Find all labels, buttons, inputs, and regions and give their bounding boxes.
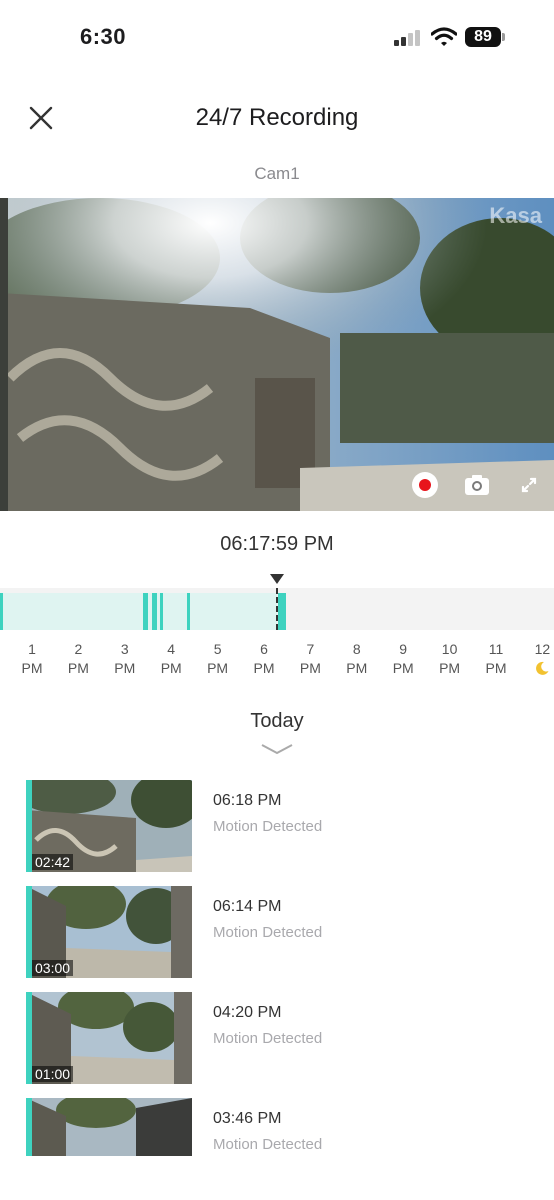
hour-number: 2	[74, 641, 83, 657]
camera-icon[interactable]	[462, 470, 492, 500]
clip-accent	[26, 1098, 32, 1156]
timeline-hour-label: 8 PM	[337, 640, 377, 678]
page-title: 24/7 Recording	[195, 104, 359, 131]
video-player[interactable]: Kasa	[0, 198, 554, 511]
hour-ampm: PM	[21, 660, 43, 676]
clip-time: 04:20 PM	[213, 1004, 282, 1021]
list-item[interactable]: 03:00 06:14 PM Motion Detected	[26, 886, 526, 978]
hour-ampm: PM	[439, 660, 461, 676]
chevron-down-icon[interactable]	[260, 742, 294, 756]
hour-number: 11	[488, 641, 504, 657]
video-frame	[0, 198, 554, 511]
hour-ampm: PM	[114, 660, 136, 676]
motion-segment[interactable]	[187, 593, 190, 630]
hour-ampm: PM	[485, 660, 507, 676]
moon-icon	[536, 661, 549, 675]
clip-time: 06:14 PM	[213, 898, 282, 915]
motion-segment[interactable]	[0, 593, 3, 630]
list-item[interactable]: 02:42 06:18 PM Motion Detected	[26, 780, 526, 872]
clip-duration: 01:00	[32, 1066, 74, 1082]
clip-time: 06:18 PM	[213, 792, 282, 809]
hour-number: 4	[167, 641, 176, 657]
hour-number: 8	[352, 641, 361, 657]
clip-time: 03:46 PM	[213, 1110, 282, 1127]
motion-segment[interactable]	[143, 593, 148, 630]
hour-number: 3	[120, 641, 129, 657]
hour-ampm: PM	[392, 660, 414, 676]
wifi-icon	[431, 27, 457, 46]
hour-number: 10	[441, 641, 458, 657]
timeline-hour-label: 7 PM	[290, 640, 330, 678]
hour-ampm: PM	[207, 660, 229, 676]
status-time: 6:30	[80, 24, 127, 49]
clip-duration: 03:00	[32, 960, 74, 976]
hour-number: 5	[213, 641, 222, 657]
thumbnail-image	[26, 1098, 192, 1156]
motion-segment[interactable]	[152, 593, 157, 630]
timeline-hour-label: 4 PM	[151, 640, 191, 678]
timeline-hour-label: 5 PM	[198, 640, 238, 678]
current-playback-time: 06:17:59 PM	[220, 533, 334, 555]
timeline-hour-label: 2 PM	[58, 640, 98, 678]
hour-ampm: PM	[160, 660, 182, 676]
timeline-hour-label: 10 PM	[430, 640, 470, 678]
clip-label: Motion Detected	[213, 924, 323, 941]
timeline-hour-label: 1 PM	[12, 640, 52, 678]
timeline-hour-label: 3 PM	[105, 640, 145, 678]
hour-ampm: PM	[67, 660, 89, 676]
list-item[interactable]: 01:00 04:20 PM Motion Detected	[26, 992, 526, 1084]
playhead-line	[276, 588, 278, 630]
clip-label: Motion Detected	[213, 1030, 323, 1047]
hour-ampm: PM	[346, 660, 368, 676]
list-item[interactable]: 03:46 PM Motion Detected	[26, 1098, 526, 1156]
timeline-hour-label: 12	[522, 640, 554, 659]
playhead-marker[interactable]	[270, 574, 284, 584]
hour-number: 7	[306, 641, 315, 657]
hour-number: 12	[534, 641, 551, 657]
clip-duration: 02:42	[32, 854, 74, 870]
timeline-hour-label: 9 PM	[383, 640, 423, 678]
clip-label: Motion Detected	[213, 1136, 323, 1153]
timeline-hour-label: 6 PM	[244, 640, 284, 678]
motion-segment[interactable]	[160, 593, 163, 630]
signal-icon	[394, 30, 422, 46]
hour-ampm: PM	[299, 660, 321, 676]
clip-label: Motion Detected	[213, 818, 323, 835]
hour-number: 9	[399, 641, 408, 657]
hour-number: 6	[260, 641, 268, 657]
timeline-hour-label: 11 PM	[476, 640, 516, 678]
hour-number: 1	[28, 641, 36, 657]
hour-ampm: PM	[253, 660, 275, 676]
brand-watermark: Kasa	[489, 203, 542, 228]
battery-level: 89	[465, 27, 501, 47]
fullscreen-icon[interactable]	[514, 470, 544, 500]
record-icon[interactable]	[410, 470, 440, 500]
status-bar: 6:30 89	[0, 0, 554, 70]
clip-thumbnail	[26, 1098, 192, 1156]
battery-icon	[502, 33, 505, 41]
camera-name: Cam1	[254, 164, 300, 183]
motion-segment[interactable]	[278, 593, 286, 630]
section-title: Today	[250, 710, 304, 732]
recorded-range	[0, 593, 277, 630]
